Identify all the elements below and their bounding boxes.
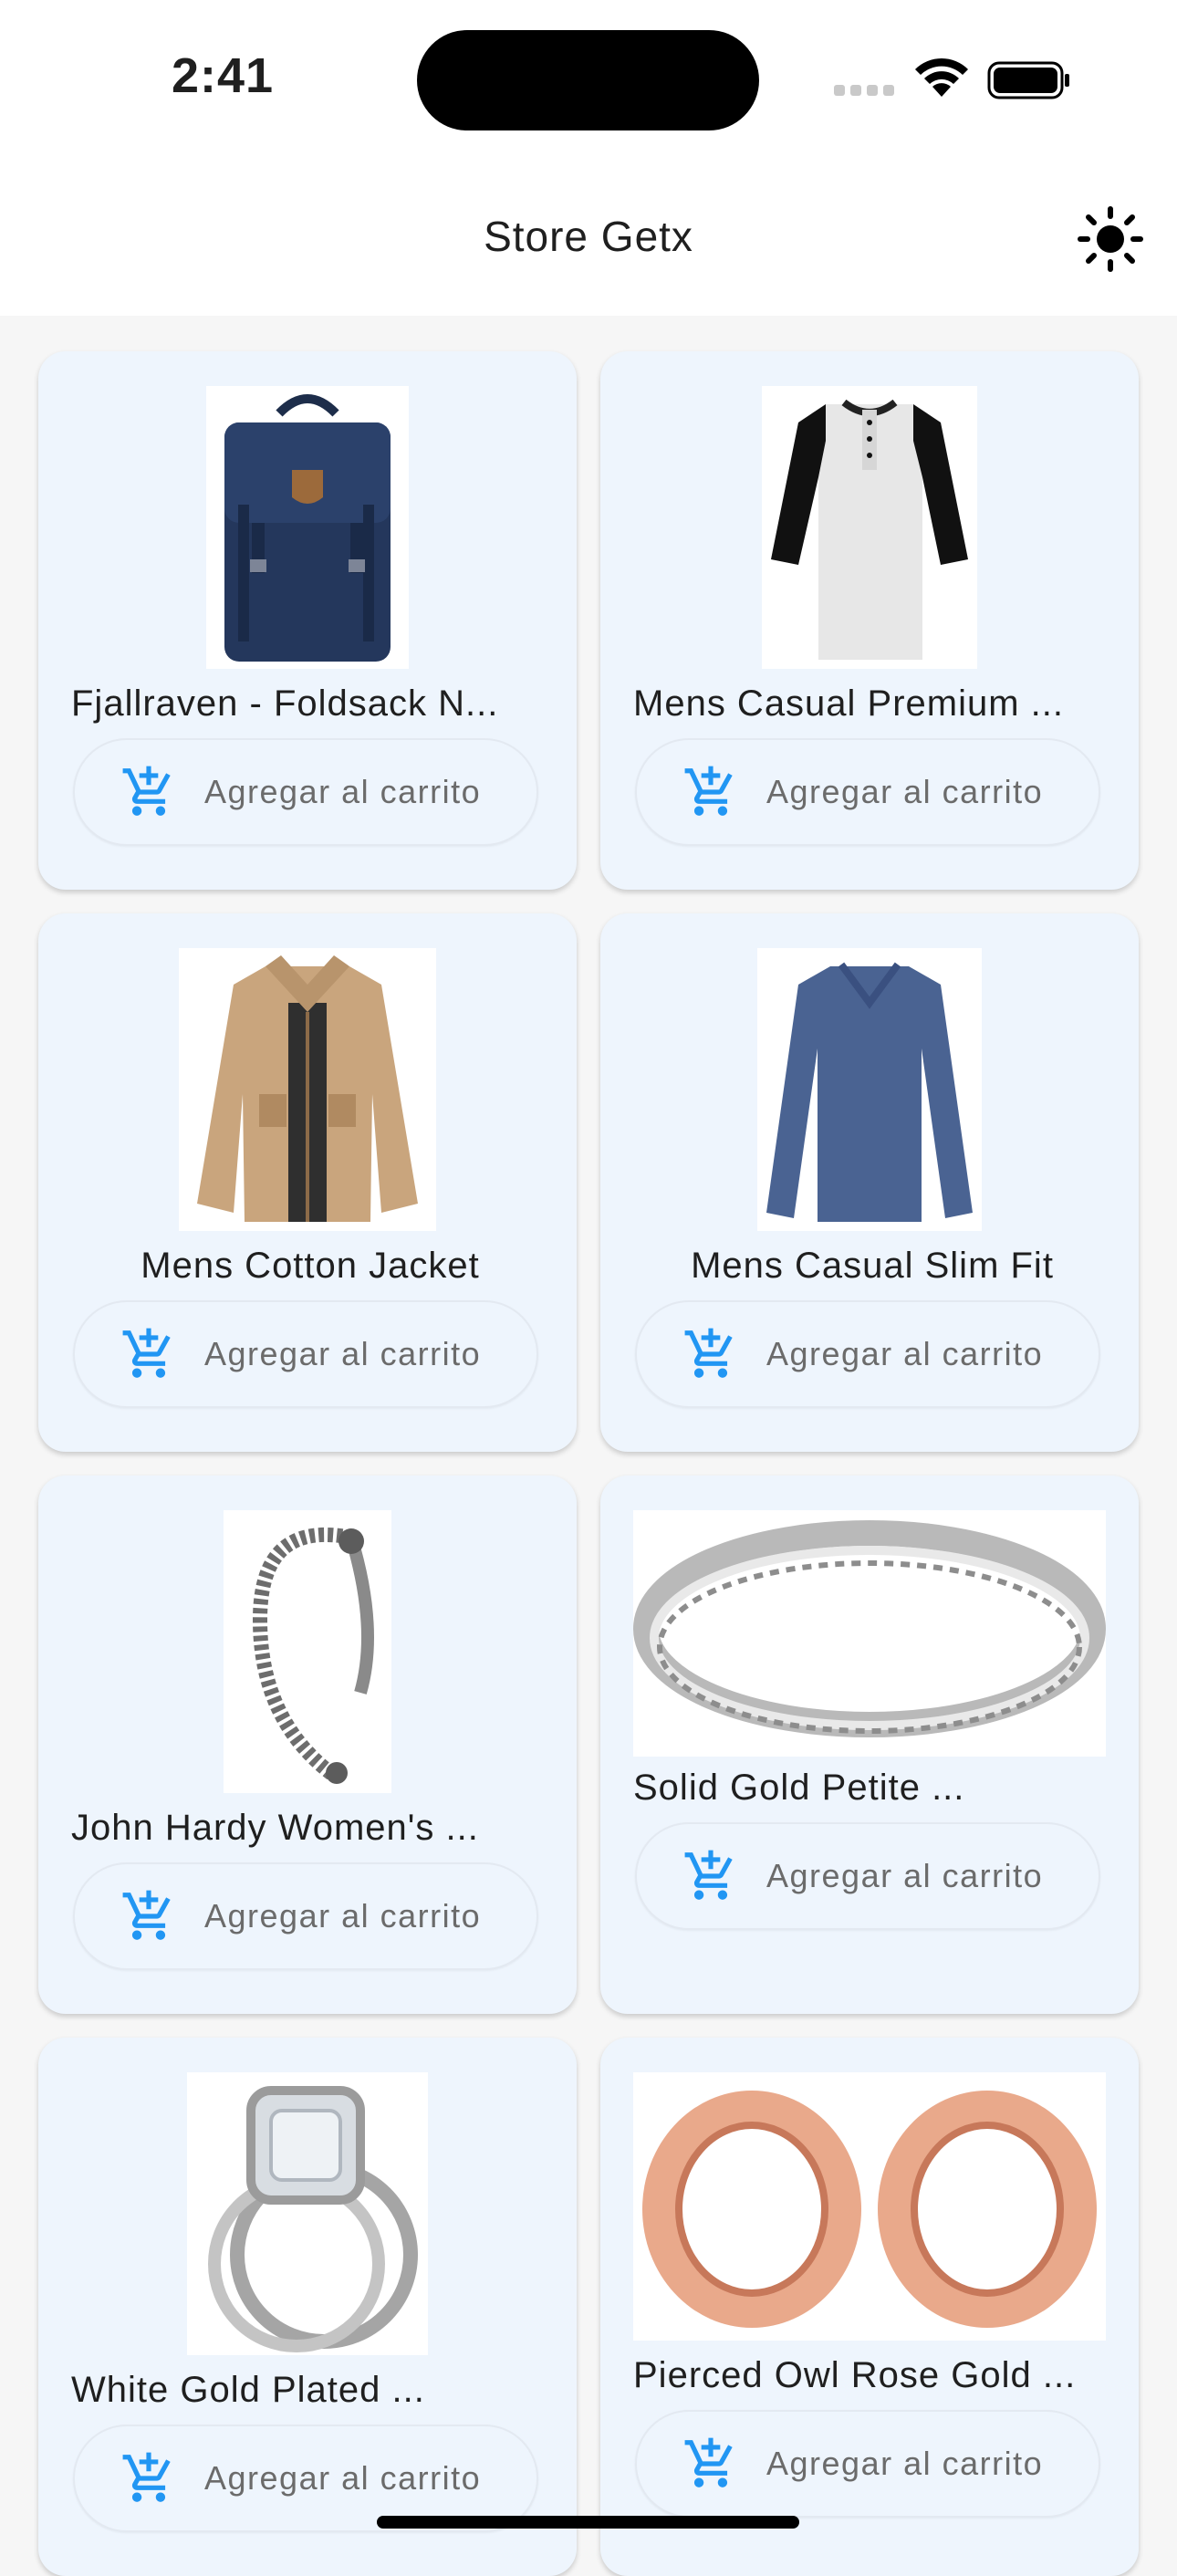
product-card[interactable]: John Hardy Women's ... Agregar al carrit… [38,1476,577,2014]
status-bar: 2:41 [0,0,1177,155]
add-shopping-cart-icon [684,2437,733,2487]
dynamic-island [417,30,759,130]
add-to-cart-button[interactable]: Agregar al carrito [73,1300,538,1408]
product-title: John Hardy Women's ... [71,1808,479,1848]
add-to-cart-label: Agregar al carrito [204,773,482,810]
product-title: Mens Casual Slim Fit [691,1246,1054,1286]
app-bar: Store Getx [0,155,1177,316]
product-card[interactable]: Pierced Owl Rose Gold ... Agregar al car… [600,2038,1139,2576]
product-image-bracelet [38,1510,577,1793]
add-to-cart-button[interactable]: Agregar al carrito [635,2410,1100,2518]
add-shopping-cart-icon [122,1890,171,1940]
sun-icon[interactable] [1077,205,1144,273]
add-to-cart-button[interactable]: Agregar al carrito [73,738,538,846]
product-image-ear-tunnels [600,2072,1139,2341]
add-to-cart-button[interactable]: Agregar al carrito [73,1862,538,1970]
add-to-cart-label: Agregar al carrito [766,2445,1044,2482]
product-image-jacket [38,948,577,1231]
product-title: Mens Cotton Jacket [141,1246,480,1286]
product-image-diamond-ring [38,2072,577,2355]
add-shopping-cart-icon [684,1850,733,1900]
product-image-backpack [38,386,577,669]
product-title: Mens Casual Premium ... [633,683,1065,724]
product-grid: Fjallraven - Foldsack N... Agregar al ca… [38,351,1139,2576]
product-card[interactable]: Mens Casual Slim Fit Agregar al carrito [600,913,1139,1452]
add-to-cart-button[interactable]: Agregar al carrito [635,738,1100,846]
status-time: 2:41 [172,48,275,103]
add-to-cart-label: Agregar al carrito [766,1857,1044,1894]
add-shopping-cart-icon [684,766,733,816]
product-card[interactable]: Fjallraven - Foldsack N... Agregar al ca… [38,351,577,890]
product-image-long-sleeve-shirt [600,948,1139,1231]
add-shopping-cart-icon [122,1328,171,1378]
home-indicator [377,2516,799,2529]
page-title: Store Getx [484,213,693,260]
add-to-cart-button[interactable]: Agregar al carrito [635,1822,1100,1930]
add-shopping-cart-icon [122,2452,171,2502]
add-to-cart-label: Agregar al carrito [204,2459,482,2497]
product-card[interactable]: White Gold Plated ... Agregar al carrito [38,2038,577,2576]
product-image-raglan-shirt [600,386,1139,669]
product-image-ring [600,1510,1139,1757]
battery-icon [987,61,1069,99]
add-to-cart-label: Agregar al carrito [204,1335,482,1372]
product-card[interactable]: Solid Gold Petite ... Agregar al carrito [600,1476,1139,2014]
add-shopping-cart-icon [122,766,171,816]
add-to-cart-label: Agregar al carrito [766,1335,1044,1372]
product-title: Solid Gold Petite ... [633,1768,965,1808]
add-to-cart-label: Agregar al carrito [766,773,1044,810]
add-to-cart-button[interactable]: Agregar al carrito [635,1300,1100,1408]
product-title: Fjallraven - Foldsack N... [71,683,499,724]
add-shopping-cart-icon [684,1328,733,1378]
wifi-icon [915,57,968,97]
add-to-cart-label: Agregar al carrito [204,1897,482,1935]
product-card[interactable]: Mens Cotton Jacket Agregar al carrito [38,913,577,1452]
product-card[interactable]: Mens Casual Premium ... Agregar al carri… [600,351,1139,890]
cellular-signal-icon [834,85,894,96]
product-title: Pierced Owl Rose Gold ... [633,2355,1077,2395]
product-title: White Gold Plated ... [71,2370,425,2410]
